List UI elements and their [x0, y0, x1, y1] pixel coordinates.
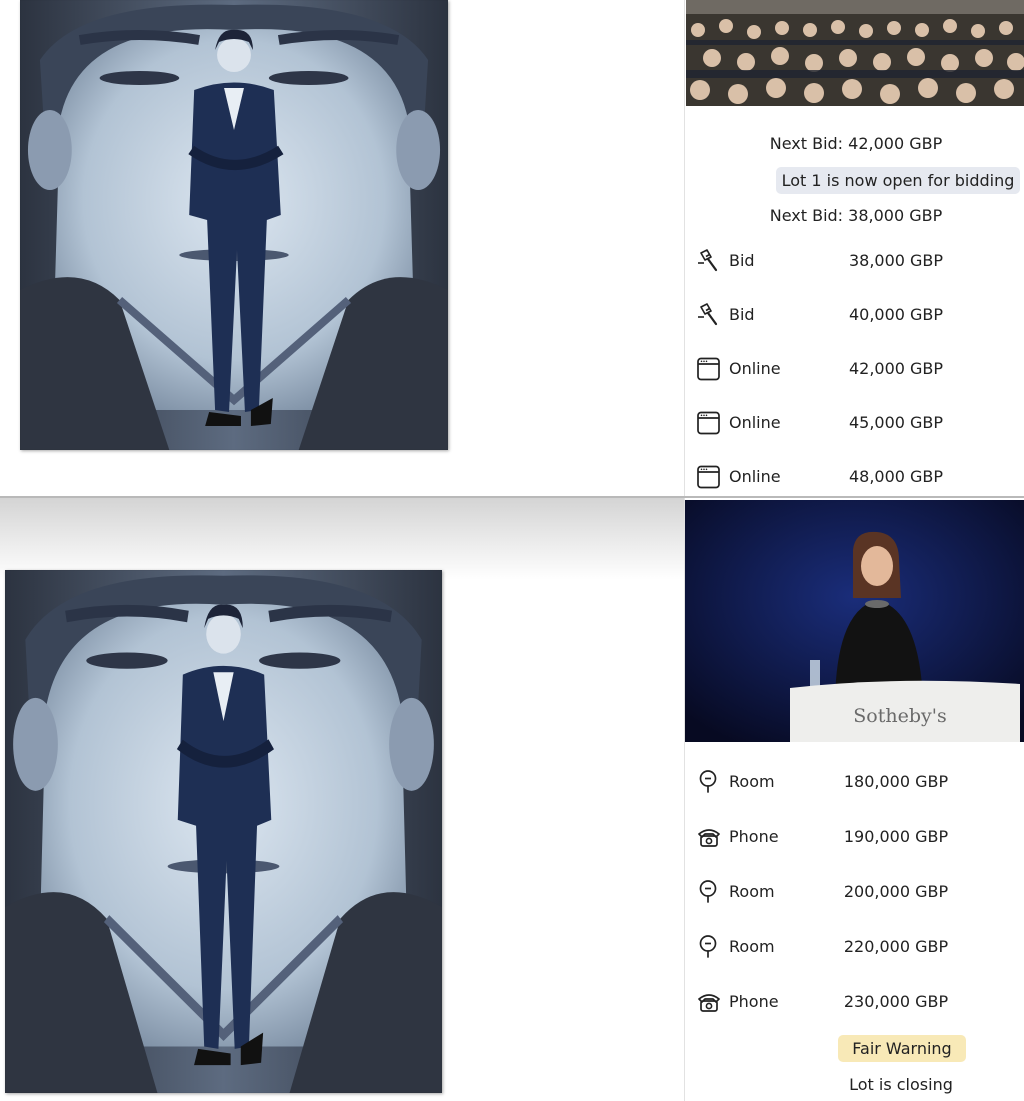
fair-warning-badge: Fair Warning [838, 1035, 966, 1062]
paddle-icon [696, 935, 722, 959]
phone-icon [696, 990, 722, 1014]
panel-divider [684, 0, 685, 496]
bid-amount: 200,000 GBP [843, 882, 949, 901]
top-screenshot-panel: Next Bid: 42,000 GBP Lot 1 is now open f… [0, 0, 1024, 496]
bottom-bid-feed: Room 180,000 GBP Phone 190,000 GBP Room … [686, 742, 1024, 1101]
bid-amount: 230,000 GBP [843, 992, 949, 1011]
bid-amount: 220,000 GBP [843, 937, 949, 956]
phone-icon [696, 825, 722, 849]
podium-brand: Sotheby's [853, 705, 947, 727]
bid-row: Online 42,000 GBP [686, 354, 1024, 384]
bid-amount: 48,000 GBP [848, 467, 944, 486]
bid-amount: 42,000 GBP [848, 359, 944, 378]
bid-amount: 38,000 GBP [848, 251, 944, 270]
bid-source: Room [729, 882, 775, 901]
bid-row: Online 45,000 GBP [686, 408, 1024, 438]
bid-source: Bid [729, 305, 755, 324]
bid-row: Phone 230,000 GBP [686, 987, 1024, 1017]
bid-source: Phone [729, 827, 779, 846]
top-fade [0, 498, 684, 580]
gavel-icon [696, 303, 722, 327]
bid-source: Room [729, 772, 775, 791]
lot-closing-label: Lot is closing [849, 1075, 953, 1094]
artwork-image [5, 570, 442, 1093]
browser-icon [696, 411, 722, 435]
bid-row: Online 48,000 GBP [686, 462, 1024, 492]
bottom-screenshot-panel: Sotheby's Room 180,000 GBP Phone 190,000… [0, 498, 1024, 1101]
bid-source: Bid [729, 251, 755, 270]
bid-source: Online [729, 413, 781, 432]
lot-open-banner: Lot 1 is now open for bidding [776, 167, 1020, 194]
auction-room-video[interactable] [686, 0, 1024, 106]
top-bid-feed: Next Bid: 42,000 GBP Lot 1 is now open f… [686, 106, 1024, 496]
bid-source: Online [729, 359, 781, 378]
next-bid-label: Next Bid: 42,000 GBP [769, 134, 943, 153]
bid-row: Room 180,000 GBP [686, 767, 1024, 797]
browser-icon [696, 357, 722, 381]
bid-source: Phone [729, 992, 779, 1011]
bid-amount: 45,000 GBP [848, 413, 944, 432]
bid-row: Bid 38,000 GBP [686, 246, 1024, 276]
next-bid-label: Next Bid: 38,000 GBP [769, 206, 943, 225]
bid-row: Phone 190,000 GBP [686, 822, 1024, 852]
gavel-icon [696, 249, 722, 273]
browser-icon [696, 465, 722, 489]
artwork-image [20, 0, 448, 450]
auctioneer-video[interactable]: Sotheby's [685, 500, 1024, 742]
bid-row: Room 220,000 GBP [686, 932, 1024, 962]
bid-amount: 40,000 GBP [848, 305, 944, 324]
bid-row: Room 200,000 GBP [686, 877, 1024, 907]
bid-source: Room [729, 937, 775, 956]
bid-source: Online [729, 467, 781, 486]
bid-amount: 190,000 GBP [843, 827, 949, 846]
paddle-icon [696, 770, 722, 794]
bid-row: Bid 40,000 GBP [686, 300, 1024, 330]
paddle-icon [696, 880, 722, 904]
bid-amount: 180,000 GBP [843, 772, 949, 791]
